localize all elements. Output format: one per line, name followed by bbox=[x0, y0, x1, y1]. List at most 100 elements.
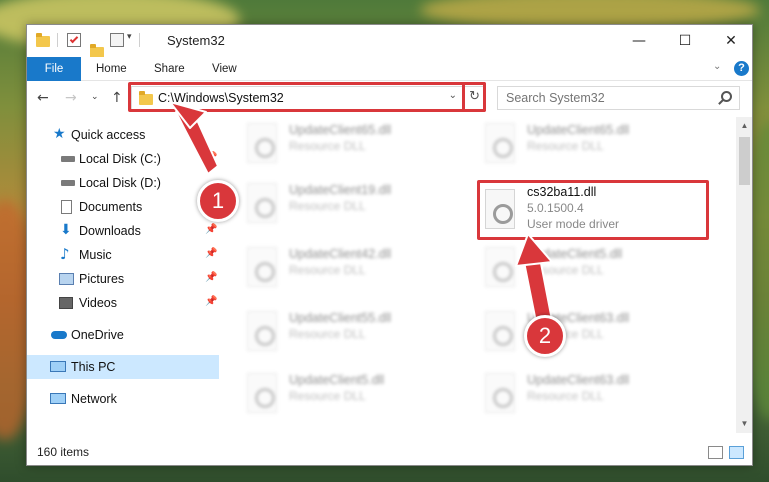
search-input[interactable] bbox=[506, 90, 706, 106]
list-item[interactable]: UpdateClient42.dll Resource DLL bbox=[239, 241, 471, 297]
dll-file-icon bbox=[485, 311, 515, 351]
list-item[interactable]: UpdateClient5.dll Resource DLL bbox=[239, 367, 471, 423]
navigation-pane: ★ Quick access Local Disk (C:) 📌 Local D… bbox=[27, 117, 219, 433]
download-icon: ⬇ bbox=[60, 222, 72, 238]
drive-icon bbox=[61, 180, 75, 186]
pin-icon[interactable]: 📌 bbox=[205, 272, 217, 283]
divider bbox=[139, 33, 140, 47]
file-description: Resource DLL bbox=[289, 263, 366, 277]
tiles-view-icon[interactable] bbox=[729, 446, 744, 459]
file-name: UpdateClient55.dll bbox=[289, 311, 392, 325]
nav-label: This PC bbox=[71, 360, 116, 374]
nav-item-downloads[interactable]: ⬇ Downloads 📌 bbox=[27, 219, 219, 243]
music-icon: ♪ bbox=[60, 245, 70, 263]
file-description: Resource DLL bbox=[289, 389, 366, 403]
up-arrow-icon[interactable]: ↑ bbox=[111, 90, 123, 106]
scroll-down-icon[interactable]: ▼ bbox=[736, 417, 752, 431]
nav-label: Downloads bbox=[79, 224, 141, 238]
file-name: UpdateClient65.dll bbox=[289, 123, 392, 137]
nav-item-videos[interactable]: Videos 📌 bbox=[27, 291, 219, 315]
nav-label: Pictures bbox=[79, 272, 125, 286]
dll-file-icon bbox=[247, 311, 277, 351]
nav-item-local-disk-d[interactable]: Local Disk (D:) bbox=[27, 171, 219, 195]
drive-icon bbox=[61, 156, 75, 162]
file-list: UpdateClient65.dll Resource DLL UpdateCl… bbox=[219, 117, 736, 433]
status-bar: 160 items bbox=[27, 441, 752, 465]
scroll-up-icon[interactable]: ▲ bbox=[736, 119, 752, 133]
nav-item-pictures[interactable]: Pictures 📌 bbox=[27, 267, 219, 291]
list-item[interactable]: UpdateClient5.dll Resource DLL bbox=[477, 241, 709, 297]
minimize-button[interactable]: — bbox=[616, 25, 662, 57]
file-description: Resource DLL bbox=[527, 263, 604, 277]
list-item[interactable]: UpdateClient19.dll Resource DLL bbox=[239, 177, 471, 233]
video-icon bbox=[59, 297, 73, 309]
star-icon: ★ bbox=[53, 126, 66, 142]
nav-item-this-pc[interactable]: This PC bbox=[27, 355, 219, 379]
customize-quick-access-icon[interactable] bbox=[110, 33, 124, 47]
nav-label: Documents bbox=[79, 200, 143, 214]
help-icon[interactable]: ? bbox=[734, 61, 749, 76]
file-name: UpdateClient65.dll bbox=[527, 123, 630, 137]
callout-step-1: 1 bbox=[197, 180, 239, 222]
forward-arrow-icon[interactable]: → bbox=[65, 90, 77, 106]
properties-icon[interactable] bbox=[67, 33, 81, 47]
scroll-thumb[interactable] bbox=[739, 137, 750, 185]
callout-step-2: 2 bbox=[524, 315, 566, 357]
title-bar: ▾ System32 — ☐ ✕ bbox=[27, 25, 752, 58]
nav-label: Music bbox=[79, 248, 112, 262]
nav-label: Videos bbox=[79, 296, 117, 310]
pin-icon[interactable]: 📌 bbox=[205, 224, 217, 235]
close-button[interactable]: ✕ bbox=[708, 25, 752, 57]
nav-item-quick-access[interactable]: ★ Quick access bbox=[27, 123, 219, 147]
nav-item-onedrive[interactable]: OneDrive bbox=[27, 323, 219, 347]
nav-label: Local Disk (C:) bbox=[79, 152, 161, 166]
file-description: Resource DLL bbox=[527, 389, 604, 403]
nav-item-documents[interactable]: Documents bbox=[27, 195, 219, 219]
list-item[interactable]: UpdateClient65.dll Resource DLL bbox=[239, 117, 471, 173]
tab-view[interactable]: View bbox=[198, 57, 251, 81]
nav-item-local-disk-c[interactable]: Local Disk (C:) 📌 bbox=[27, 147, 219, 171]
pin-icon[interactable]: 📌 bbox=[205, 152, 217, 163]
file-name: UpdateClient5.dll bbox=[527, 247, 623, 261]
search-box[interactable] bbox=[497, 86, 740, 110]
list-item[interactable]: UpdateClient65.dll Resource DLL bbox=[477, 117, 709, 173]
maximize-button[interactable]: ☐ bbox=[662, 25, 708, 57]
dll-file-icon bbox=[247, 373, 277, 413]
search-icon[interactable] bbox=[721, 91, 732, 102]
details-view-icon[interactable] bbox=[708, 446, 723, 459]
file-description: Resource DLL bbox=[289, 199, 366, 213]
computer-icon bbox=[50, 361, 66, 372]
nav-label: Quick access bbox=[71, 128, 146, 142]
back-arrow-icon[interactable]: ← bbox=[37, 90, 49, 106]
address-highlight-box bbox=[128, 82, 486, 112]
recent-locations-icon[interactable]: ⌄ bbox=[91, 92, 99, 102]
dll-file-icon bbox=[247, 123, 277, 163]
nav-item-network[interactable]: Network bbox=[27, 387, 219, 411]
list-item[interactable]: UpdateClient63.dll Resource DLL bbox=[477, 305, 709, 361]
tab-home[interactable]: Home bbox=[82, 57, 141, 81]
window-title: System32 bbox=[167, 33, 225, 48]
list-item[interactable]: UpdateClient63.dll Resource DLL bbox=[477, 367, 709, 423]
dll-file-icon bbox=[485, 123, 515, 163]
folder-icon bbox=[36, 33, 50, 47]
file-name: UpdateClient42.dll bbox=[289, 247, 392, 261]
file-description: Resource DLL bbox=[527, 139, 604, 153]
pin-icon[interactable]: 📌 bbox=[205, 296, 217, 307]
expand-ribbon-icon[interactable]: ⌄ bbox=[713, 61, 721, 72]
network-icon bbox=[50, 393, 66, 404]
nav-label: OneDrive bbox=[71, 328, 124, 342]
file-name: UpdateClient5.dll bbox=[289, 373, 385, 387]
nav-label: Network bbox=[71, 392, 117, 406]
vertical-scrollbar[interactable]: ▲ ▼ bbox=[736, 117, 752, 433]
divider bbox=[57, 33, 58, 47]
document-icon bbox=[61, 200, 72, 214]
pin-icon[interactable]: 📌 bbox=[205, 248, 217, 259]
nav-item-music[interactable]: ♪ Music 📌 bbox=[27, 243, 219, 267]
list-item[interactable]: UpdateClient55.dll Resource DLL bbox=[239, 305, 471, 361]
dll-file-icon bbox=[247, 247, 277, 287]
quick-access-dropdown-icon[interactable]: ▾ bbox=[127, 31, 132, 47]
dll-file-icon bbox=[247, 183, 277, 223]
dll-file-icon bbox=[485, 247, 515, 287]
tab-share[interactable]: Share bbox=[140, 57, 199, 81]
tab-file[interactable]: File bbox=[27, 57, 81, 81]
